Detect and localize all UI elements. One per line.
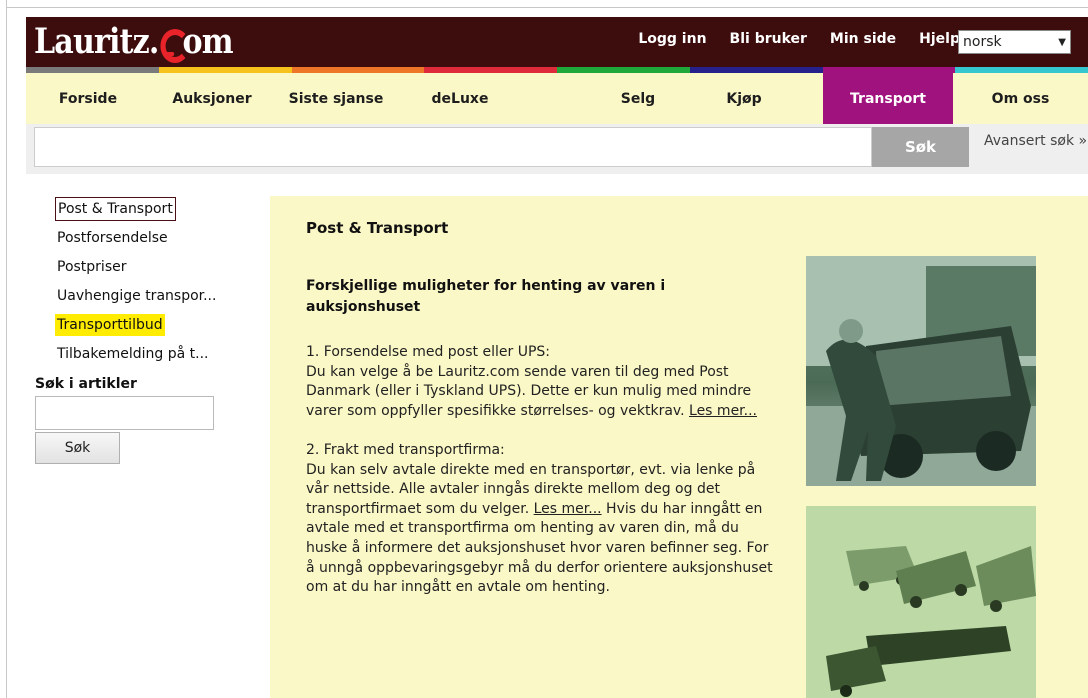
page-title: Post & Transport — [306, 219, 449, 237]
sidebar-item-label: Postpriser — [57, 259, 127, 275]
sidebar-item-post-transport[interactable]: Post & Transport — [35, 195, 257, 224]
nav-forside[interactable]: Forside — [26, 73, 150, 124]
language-select[interactable]: norsk ▼ — [958, 30, 1071, 54]
article-search-title: Søk i artikler — [35, 376, 137, 392]
help-link[interactable]: Hjelp — [919, 31, 960, 47]
section-subtitle: Forskjellige muligheter for henting av v… — [306, 278, 666, 315]
main-content: Post & Transport Forskjellige muligheter… — [270, 196, 1088, 698]
nav-auksjoner[interactable]: Auksjoner — [150, 73, 274, 124]
transport-heading: 2. Frakt med transportfirma: — [306, 441, 505, 458]
logo-text-left: Lauritz. — [34, 21, 159, 62]
nav-om-oss[interactable]: Om oss — [953, 73, 1088, 124]
search-input[interactable] — [34, 127, 872, 167]
article-search-input[interactable] — [35, 396, 214, 430]
logo-c-icon — [158, 26, 190, 63]
register-link[interactable]: Bli bruker — [730, 31, 807, 47]
top-header: Lauritz. om Logg inn Bli bruker Min side … — [26, 17, 1088, 67]
sidebar-item-label: Post & Transport — [55, 197, 176, 221]
top-links: Logg inn Bli bruker Min side Hjelp — [638, 31, 960, 47]
nav-kjop[interactable]: Kjøp — [662, 73, 826, 124]
nav-siste-sjanse[interactable]: Siste sjanse — [274, 73, 398, 124]
paragraph-transport: 2. Frakt med transportfirma: Du kan selv… — [306, 441, 776, 598]
advanced-search-link[interactable]: Avansert søk » — [984, 133, 1087, 149]
logo-text-right: om — [182, 21, 234, 62]
dropdown-arrow-icon: ▼ — [1058, 36, 1066, 48]
car-loading-photo — [806, 256, 1036, 486]
sidebar-item-label: Uavhengige transpor... — [57, 288, 217, 304]
paragraph-post: 1. Forsendelse med post eller UPS: Du ka… — [306, 343, 776, 421]
search-button[interactable]: Søk — [872, 127, 969, 167]
sidebar-menu: Post & Transport Postforsendelse Postpri… — [35, 195, 257, 464]
sidebar-item-tilbakemelding[interactable]: Tilbakemelding på t... — [35, 340, 257, 369]
sidebar-item-postpriser[interactable]: Postpriser — [35, 253, 257, 282]
language-value: norsk — [963, 34, 1002, 50]
sidebar-item-uavhengige[interactable]: Uavhengige transpor... — [35, 282, 257, 311]
my-page-link[interactable]: Min side — [830, 31, 896, 47]
search-bar: Søk Avansert søk » — [26, 124, 1088, 174]
post-read-more-link[interactable]: Les mer... — [689, 403, 757, 419]
window-border-left — [6, 0, 7, 698]
post-text: Du kan velge å be Lauritz.com sende vare… — [306, 363, 752, 419]
sidebar-item-label: Transporttilbud — [55, 314, 165, 336]
advanced-search-label: Avansert søk » — [984, 133, 1088, 149]
sidebar-item-postforsendelse[interactable]: Postforsendelse — [35, 224, 257, 253]
window-border-top — [6, 7, 1088, 8]
login-link[interactable]: Logg inn — [638, 31, 706, 47]
toy-vehicles-photo — [806, 506, 1036, 698]
article-body: 1. Forsendelse med post eller UPS: Du ka… — [306, 343, 776, 617]
lauritz-logo[interactable]: Lauritz. om — [34, 19, 234, 65]
sidebar-item-transporttilbud[interactable]: Transporttilbud — [35, 311, 257, 340]
nav-transport[interactable]: Transport — [823, 73, 953, 124]
main-nav: Forside Auksjoner Siste sjanse deLuxe Se… — [26, 73, 1088, 124]
nav-deluxe[interactable]: deLuxe — [398, 73, 522, 124]
sidebar-item-label: Tilbakemelding på t... — [57, 346, 209, 362]
post-heading: 1. Forsendelse med post eller UPS: — [306, 344, 550, 360]
transport-read-more-link[interactable]: Les mer... — [534, 501, 602, 517]
article-search-button[interactable]: Søk — [35, 432, 120, 464]
sidebar-item-label: Postforsendelse — [57, 230, 168, 246]
